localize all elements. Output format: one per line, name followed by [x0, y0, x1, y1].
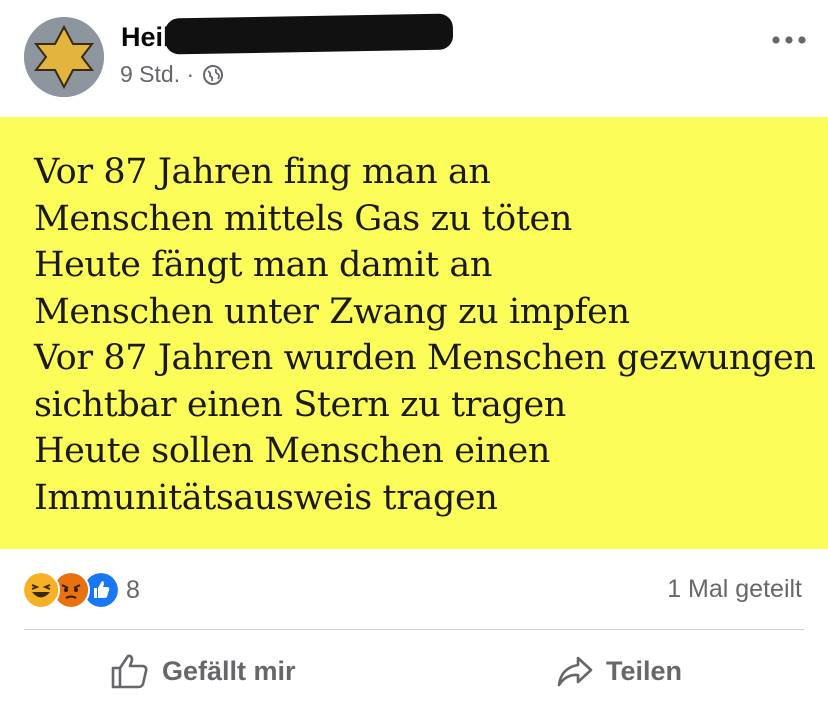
- share-label: Teilen: [606, 655, 683, 686]
- globe-icon: [203, 64, 224, 85]
- avatar[interactable]: [24, 17, 104, 97]
- image-text-line: Menschen mittels Gas zu töten: [34, 198, 572, 239]
- share-count[interactable]: 1 Mal geteilt: [667, 575, 802, 604]
- image-text-line: sichtbar einen Stern zu tragen: [34, 384, 566, 425]
- image-text-line: Heute fängt man damit an: [34, 245, 493, 285]
- image-text-line: Heute sollen Menschen einen: [34, 431, 550, 471]
- post-time[interactable]: 9 Std. ·: [120, 61, 194, 88]
- reaction-count: 8: [126, 575, 140, 604]
- image-text-line: Menschen unter Zwang zu impfen: [34, 291, 630, 332]
- divider: [24, 629, 804, 630]
- image-text-line: Immunitätsausweis tragen: [34, 477, 498, 518]
- like-label: Gefällt mir: [162, 655, 296, 686]
- like-button[interactable]: Gefällt mir: [110, 648, 296, 694]
- share-arrow-icon: [557, 656, 593, 687]
- post-meta: 9 Std. ·: [120, 61, 224, 88]
- image-text: Vor 87 Jahren fing man an Menschen mitte…: [34, 149, 816, 521]
- more-options-icon[interactable]: [770, 28, 810, 52]
- laugh-reaction-icon: [22, 571, 60, 609]
- post-header: Heike 9 Std. ·: [0, 0, 828, 116]
- redaction-bar: [164, 13, 454, 55]
- post-image[interactable]: Vor 87 Jahren fing man an Menschen mitte…: [0, 117, 828, 549]
- share-button[interactable]: Teilen: [556, 648, 682, 694]
- image-text-line: Vor 87 Jahren fing man an: [34, 152, 491, 192]
- image-text-line: Vor 87 Jahren wurden Menschen gezwungen: [34, 338, 816, 378]
- reaction-summary[interactable]: 8: [22, 571, 140, 609]
- star-badge-icon: [24, 17, 104, 97]
- thumbs-up-icon: [111, 654, 148, 689]
